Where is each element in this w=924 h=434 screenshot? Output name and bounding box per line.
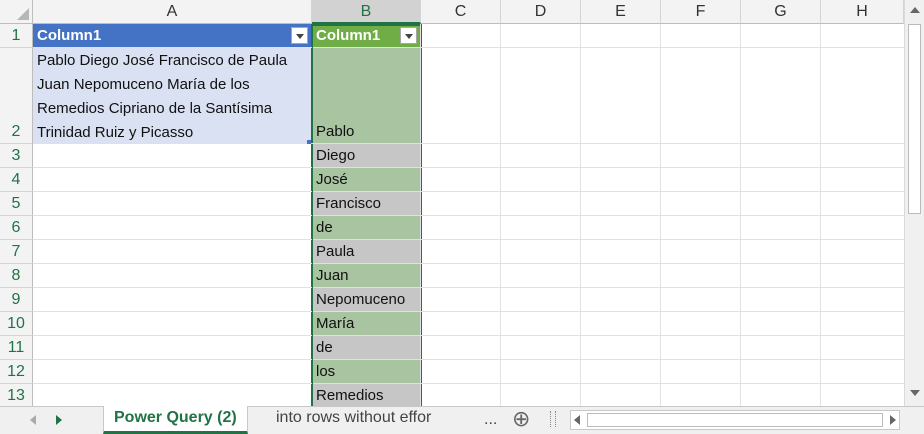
tab-split-handle[interactable] — [550, 411, 556, 427]
sheet-tabs-bar: Power Query (2) into rows without effor … — [0, 406, 924, 434]
vertical-scroll-thumb[interactable] — [908, 24, 921, 214]
scroll-left-arrow-icon[interactable] — [574, 415, 580, 425]
scroll-up-arrow-icon[interactable] — [910, 7, 920, 13]
spreadsheet-grid[interactable]: A B C D E F G H 1 2 3 4 5 6 7 8 9 10 11 … — [0, 0, 904, 406]
more-sheets-icon[interactable]: ... — [484, 408, 497, 432]
horizontal-scrollbar[interactable] — [570, 410, 900, 430]
prev-sheet-icon[interactable] — [30, 415, 36, 425]
scroll-right-arrow-icon[interactable] — [890, 415, 896, 425]
gridlines — [33, 24, 904, 406]
add-sheet-icon[interactable]: ⊕ — [512, 405, 530, 433]
vertical-scrollbar[interactable] — [904, 0, 924, 406]
scroll-down-arrow-icon[interactable] — [910, 390, 920, 396]
sheet-tab-power-query-2[interactable]: Power Query (2) — [103, 406, 248, 434]
next-sheet-icon[interactable] — [56, 415, 62, 425]
sheet-tab-into-rows[interactable]: into rows without effor — [266, 406, 468, 434]
horizontal-scroll-thumb[interactable] — [587, 413, 883, 427]
